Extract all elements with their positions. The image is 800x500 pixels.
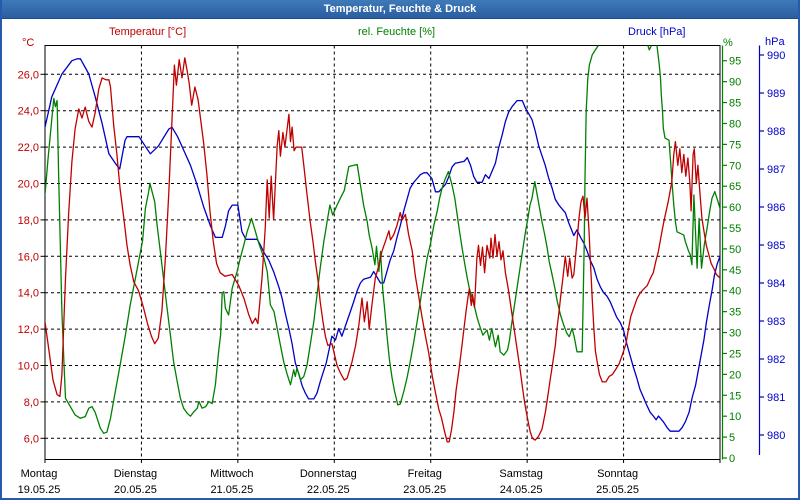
y-axis-pressure-tick-label: 990 [767,50,785,62]
y-axis-pressure-tick-label: 983 [767,316,785,328]
x-axis-day-date: 21.05.25 [210,484,253,496]
x-axis-day-name: Samstag [499,468,542,480]
chart-plot-area: 26,0 24,0 22,0 20,0 18,0 16,0 14,0 12,0 10,0 8,0 6… [18,45,785,496]
y-axis-pressure-tick-label: 984 [767,278,785,290]
x-axis-day-date: 22.05.25 [307,484,350,496]
y-axis-percent-tick-label: 0 [729,453,735,465]
y-axis-percent-tick-label: 60 [729,202,741,214]
y-axis-percent-tick-label: 30 [729,328,741,340]
y-axis-temp-tick-label: 16,0 [18,251,39,263]
x-axis-day-name: Mittwoch [210,468,253,480]
y-axis-temp-tick-label: 22,0 [18,142,39,154]
y-axis-percent-tick-label: 50 [729,244,741,256]
y-axis-percent-tick-label: 90 [729,77,741,89]
y-axis-percent-tick-label: 80 [729,118,741,130]
y-axis-percent-tick-label: 45 [729,265,741,277]
y-axis-temp-tick-label: 18,0 [18,215,39,227]
y-axis-temp-tick-label: 8,0 [24,397,39,409]
y-axis-pressure-tick-label: 987 [767,164,785,176]
y-axis-temp-tick-label: 24,0 [18,106,39,118]
y-axis-percent-tick-label: 85 [729,98,741,110]
y-axis-percent-tick-label: 75 [729,139,741,151]
y-axis-percent-tick-label: 95 [729,56,741,68]
x-axis-day-name: Sonntag [597,468,638,480]
y-axis-percent-tick-label: 65 [729,181,741,193]
y-axis-percent-tick-label: 70 [729,160,741,172]
y-axis-pressure-tick-label: 980 [767,430,785,442]
x-axis-day-name: Dienstag [114,468,157,480]
x-axis-day-date: 24.05.25 [500,484,543,496]
y-axis-pressure-tick-label: 981 [767,392,785,404]
y-axis-temp-tick-label: 26,0 [18,69,39,81]
y-axis-percent-tick-label: 40 [729,286,741,298]
y-axis-percent-tick-label: 20 [729,369,741,381]
x-axis-day-date: 19.05.25 [18,484,61,496]
y-axis-percent-tick-label: 25 [729,348,741,360]
y-axis-percent-tick-label: 15 [729,390,741,402]
x-axis-day-name: Freitag [408,468,442,480]
y-axis-temp-tick-label: 20,0 [18,179,39,191]
y-axis-percent-tick-label: 10 [729,411,741,423]
x-axis-day-date: 23.05.25 [403,484,446,496]
plot-border [44,45,721,460]
y-axis-percent-tick-label: 55 [729,223,741,235]
y-axis-percent-tick-label: 35 [729,307,741,319]
x-axis-day-date: 25.05.25 [596,484,639,496]
y-axis-percent-tick-label: 5 [729,432,735,444]
y-axis-temp-tick-label: 12,0 [18,324,39,336]
y-axis-pressure-tick-label: 989 [767,88,785,100]
x-axis-day-name: Montag [21,468,58,480]
y-axis-pressure-tick-label: 985 [767,240,785,252]
y-axis-temp-tick-label: 6,0 [24,433,39,445]
y-axis-pressure-tick-label: 986 [767,202,785,214]
y-axis-temp-tick-label: 10,0 [18,361,39,373]
y-axis-pressure-tick-label: 982 [767,354,785,366]
y-axis-temp-tick-label: 14,0 [18,288,39,300]
weather-chart-window: Temperatur, Feuchte & Druck Temperatur [… [0,0,800,500]
x-axis-day-name: Donnerstag [300,468,357,480]
x-axis-day-date: 20.05.25 [114,484,157,496]
y-axis-pressure-tick-label: 988 [767,126,785,138]
